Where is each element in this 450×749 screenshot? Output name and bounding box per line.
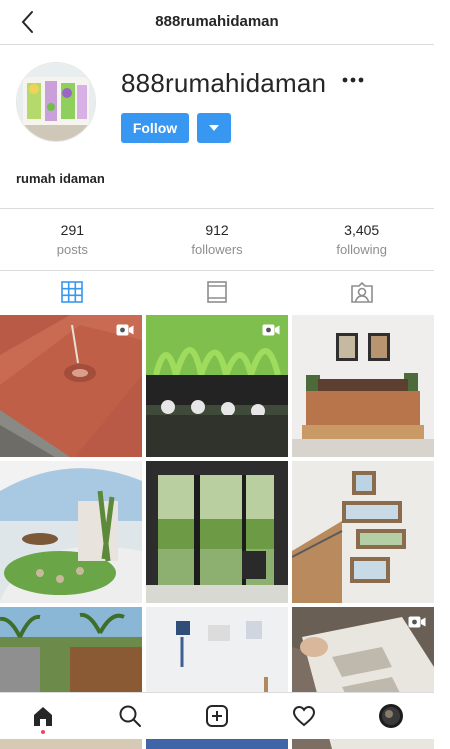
add-post-icon xyxy=(205,705,228,727)
post-thumbnail xyxy=(292,315,434,457)
tab-tagged[interactable] xyxy=(289,270,434,314)
tab-grid[interactable] xyxy=(0,270,145,314)
profile-username: 888rumahidaman xyxy=(121,68,327,98)
profile-page: 888rumahidaman 888rumahidaman Follow rum… xyxy=(0,0,434,749)
following-count-label: following xyxy=(336,242,387,257)
video-icon xyxy=(116,324,134,336)
nav-new-post-button[interactable] xyxy=(174,693,261,739)
scrollbar-track[interactable] xyxy=(434,0,450,738)
tagged-user-icon xyxy=(350,281,373,303)
suggestions-dropdown-button[interactable] xyxy=(197,113,231,143)
posts-count-label: posts xyxy=(56,242,88,257)
video-icon xyxy=(408,616,426,628)
grid-post[interactable] xyxy=(292,461,434,603)
profile-tabs xyxy=(0,270,434,314)
top-bar: 888rumahidaman xyxy=(0,0,434,45)
post-thumbnail xyxy=(0,461,142,603)
home-icon xyxy=(34,707,53,726)
feed-icon xyxy=(207,281,227,303)
posts-count[interactable]: 291 posts xyxy=(0,209,145,270)
tab-feed[interactable] xyxy=(145,270,290,314)
profile-bio: rumah idaman xyxy=(16,171,105,186)
avatar[interactable] xyxy=(16,62,96,142)
grid-post[interactable] xyxy=(0,315,142,457)
grid-post[interactable] xyxy=(292,315,434,457)
page-title: 888rumahidaman xyxy=(155,13,279,30)
grid-icon xyxy=(61,281,84,303)
follow-button[interactable]: Follow xyxy=(121,113,189,143)
posts-count-value: 291 xyxy=(60,222,85,238)
profile-avatar-icon xyxy=(378,704,403,728)
avatar-image xyxy=(17,63,95,141)
ellipsis-icon xyxy=(342,77,364,83)
bottom-navigation xyxy=(0,692,434,739)
more-options-button[interactable] xyxy=(340,72,366,88)
post-thumbnail xyxy=(146,461,288,603)
followers-count-value: 912 xyxy=(205,222,229,238)
followers-count-label: followers xyxy=(191,242,243,257)
nav-home-button[interactable] xyxy=(0,693,87,739)
grid-post[interactable] xyxy=(146,315,288,457)
notification-dot xyxy=(41,730,46,734)
profile-stats: 291 posts 912 followers 3,405 following xyxy=(0,208,434,271)
post-thumbnail xyxy=(292,461,434,603)
nav-search-button[interactable] xyxy=(87,693,174,739)
nav-profile-button[interactable] xyxy=(347,693,434,739)
heart-icon xyxy=(292,705,315,727)
search-icon xyxy=(119,705,142,727)
grid-post[interactable] xyxy=(146,461,288,603)
grid-post[interactable] xyxy=(0,461,142,603)
following-count-value: 3,405 xyxy=(344,222,380,238)
nav-activity-button[interactable] xyxy=(260,693,347,739)
video-icon xyxy=(262,324,280,336)
following-count[interactable]: 3,405 following xyxy=(289,209,434,270)
followers-count[interactable]: 912 followers xyxy=(145,209,290,270)
